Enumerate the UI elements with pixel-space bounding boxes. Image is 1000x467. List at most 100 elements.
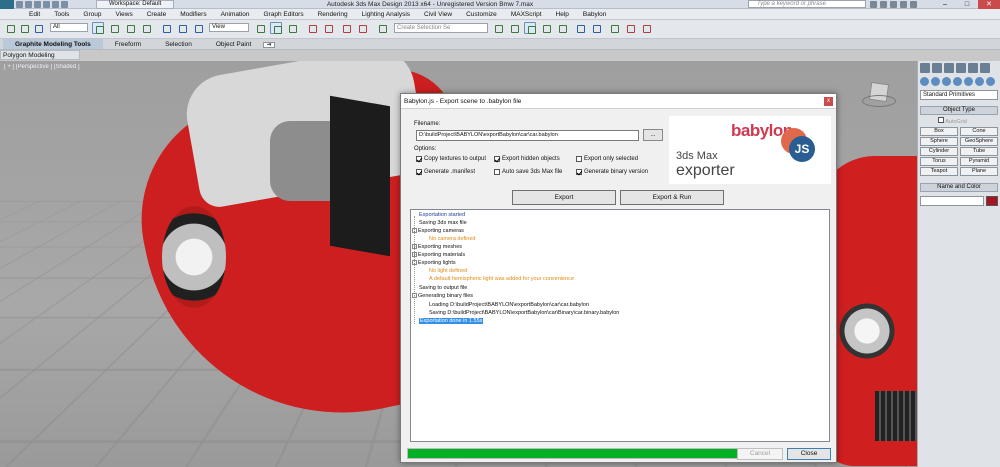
geosphere-button[interactable]: GeoSphere [960,137,998,146]
window-crossing-icon[interactable] [140,22,152,34]
scene-explorer-icon[interactable] [524,22,536,34]
copy-textures-checkbox[interactable] [416,156,422,162]
communication-center-icon[interactable] [890,1,897,8]
mirror-icon[interactable] [492,22,504,34]
log-line[interactable]: + Exporting meshes [412,243,462,251]
log-line[interactable]: No light defined [429,267,467,275]
export-log-tree[interactable]: Exportation started Saving 3ds max file … [410,209,830,442]
close-window-icon[interactable]: ✕ [978,0,1000,9]
schematic-view-icon[interactable] [590,22,602,34]
option-export-hidden[interactable]: Export hidden objects [494,156,560,162]
new-file-icon[interactable] [16,1,23,8]
angle-snap-icon[interactable] [322,22,334,34]
cylinder-button[interactable]: Cylinder [920,147,958,156]
select-link-icon[interactable] [18,22,30,34]
log-line[interactable]: Exportation started [419,211,465,219]
geometry-icon[interactable] [920,77,929,86]
move-icon[interactable] [160,22,172,34]
favorites-icon[interactable] [900,1,907,8]
export-and-run-button[interactable]: Export & Run [620,190,724,205]
pyramid-button[interactable]: Pyramid [960,157,998,166]
render-setup-icon[interactable] [624,22,636,34]
edit-named-selection-icon[interactable] [376,22,388,34]
lights-icon[interactable] [942,77,951,86]
log-line[interactable]: - Generating binary files [412,292,473,300]
close-button[interactable]: Close [787,448,831,460]
tab-freeform[interactable]: Freeform [103,39,153,49]
menu-maxscript[interactable]: MAXScript [504,9,549,19]
filename-input[interactable]: D:\buildProject\BABYLON\exportBabylon\ca… [416,130,639,141]
shapes-icon[interactable] [931,77,940,86]
layer-manager-icon[interactable] [540,22,552,34]
menu-modifiers[interactable]: Modifiers [173,9,213,19]
log-line[interactable]: A default hemispheric light was added fo… [429,275,574,283]
space-warps-icon[interactable] [975,77,984,86]
ribbon-minimize-toggle[interactable]: ▪▾ [263,42,276,48]
log-line[interactable]: + Exporting materials [412,251,465,259]
pivot-center-icon[interactable] [254,22,266,34]
selection-filter-select[interactable]: All [50,23,88,32]
option-generate-manifest[interactable]: Generate .manifest [416,169,475,175]
project-folder-icon[interactable] [61,1,68,8]
menu-lighting-analysis[interactable]: Lighting Analysis [355,9,417,19]
log-line-selected[interactable]: Exportation done in 1.55s [419,317,484,325]
reference-coordinate-select[interactable]: View [209,23,249,32]
log-line[interactable]: - Exporting cameras [412,227,464,235]
log-line[interactable]: Saving to output file [419,284,467,292]
cancel-button[interactable]: Cancel [737,448,783,460]
helpers-icon[interactable] [964,77,973,86]
browse-button[interactable]: ... [643,129,663,141]
search-icon[interactable] [870,1,877,8]
display-tab-icon[interactable] [968,63,978,73]
select-object-icon[interactable] [92,22,104,34]
maximize-icon[interactable]: □ [956,0,978,9]
log-line[interactable]: Loading D:\buildProject\BABYLON\exportBa… [429,301,589,309]
box-button[interactable]: Box [920,127,958,136]
plane-button[interactable]: Plane [960,167,998,176]
collapse-icon[interactable]: - [412,293,417,299]
option-generate-binary[interactable]: Generate binary version [576,169,648,175]
object-type-rollout[interactable]: Object Type [920,106,998,115]
spinner-snap-icon[interactable] [356,22,368,34]
viewcube-icon[interactable] [862,79,896,109]
log-line[interactable]: Saving D:\buildProject\BABYLON\exportBab… [429,309,619,317]
collapse-icon[interactable]: - [412,228,417,234]
named-selection-set-input[interactable]: Create Selection Se [394,23,488,33]
object-color-swatch[interactable] [986,196,998,206]
open-file-icon[interactable] [25,1,32,8]
rotate-icon[interactable] [176,22,188,34]
primitive-category-select[interactable]: Standard Primitives [920,90,998,100]
viewcube-ring[interactable] [862,95,896,107]
menu-create[interactable]: Create [140,9,174,19]
undo-tool-icon[interactable] [4,22,16,34]
curve-editor-icon[interactable] [574,22,586,34]
menu-customize[interactable]: Customize [459,9,504,19]
bind-space-warp-icon[interactable] [32,22,44,34]
graphite-toggle-icon[interactable] [556,22,568,34]
menu-tools[interactable]: Tools [47,9,76,19]
tube-button[interactable]: Tube [960,147,998,156]
menu-views[interactable]: Views [108,9,139,19]
cameras-icon[interactable] [953,77,962,86]
create-tab-icon[interactable] [920,63,930,73]
object-name-input[interactable] [920,196,984,206]
torus-button[interactable]: Torus [920,157,958,166]
menu-graph-editors[interactable]: Graph Editors [257,9,311,19]
menu-edit[interactable]: Edit [22,9,47,19]
rectangular-selection-icon[interactable] [124,22,136,34]
keyboard-shortcut-override-icon[interactable] [286,22,298,34]
percent-snap-icon[interactable] [340,22,352,34]
subscription-icon[interactable] [880,1,887,8]
generate-manifest-checkbox[interactable] [416,169,422,175]
rendered-frame-window-icon[interactable] [640,22,652,34]
scale-icon[interactable] [192,22,204,34]
material-editor-icon[interactable] [608,22,620,34]
option-auto-save[interactable]: Auto save 3ds Max file [494,169,562,175]
menu-civil-view[interactable]: Civil View [417,9,459,19]
export-hidden-checkbox[interactable] [494,156,500,162]
log-line[interactable]: Saving 3ds max file [419,219,467,227]
autogrid-checkbox[interactable]: AutoGrid [918,117,1000,126]
tab-object-paint[interactable]: Object Paint [204,39,263,49]
expand-icon[interactable]: + [412,244,417,250]
tab-graphite-modeling-tools[interactable]: Graphite Modeling Tools [3,39,103,49]
